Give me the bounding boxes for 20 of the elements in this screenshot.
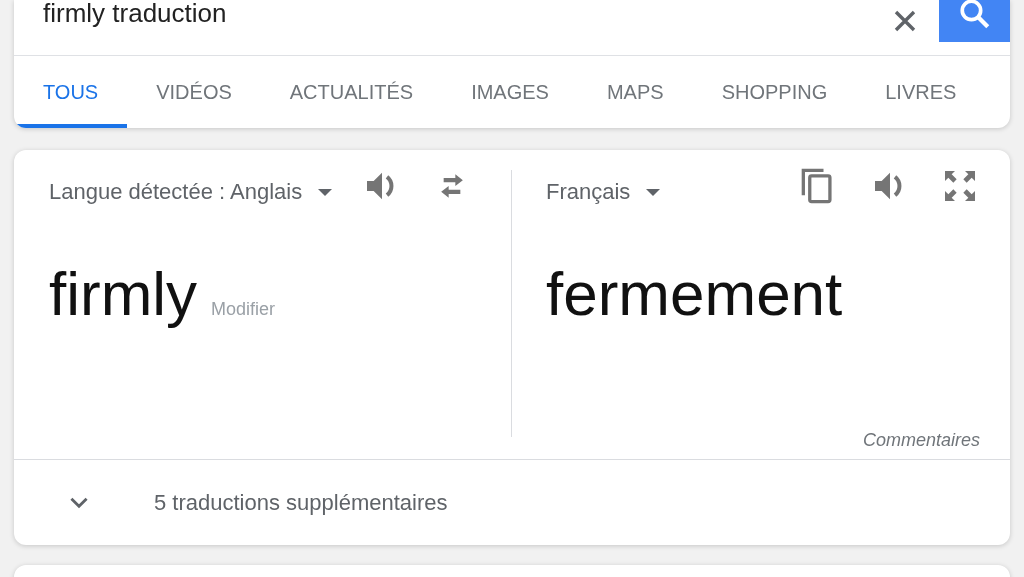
feedback-link[interactable]: Commentaires	[862, 430, 980, 451]
tab[interactable]: MAPS	[577, 56, 693, 128]
more-translations-link[interactable]: 5 traductions supplémentaires	[154, 489, 448, 516]
caret-icon	[318, 188, 333, 196]
target-language-selector[interactable]: Français	[546, 179, 661, 205]
search-button[interactable]	[939, 0, 1010, 42]
caret-icon	[646, 188, 661, 196]
tab[interactable]: TOUS	[14, 56, 128, 128]
tab[interactable]: VIDÉOS	[127, 56, 261, 128]
source-language-selector[interactable]: Langue détectée : Anglais	[49, 179, 333, 205]
tab[interactable]: SHOPPING	[692, 56, 857, 128]
search-field[interactable]: firmly traduction	[14, 0, 893, 55]
close-icon[interactable]	[893, 8, 917, 33]
tab[interactable]: LIVRES	[856, 56, 986, 128]
search-icon	[957, 0, 992, 31]
source-text: firmly	[49, 258, 198, 329]
edit-link[interactable]: Modifier	[211, 299, 276, 320]
tab[interactable]: ACTUALITÉS	[260, 56, 443, 128]
translation-text: fermement	[546, 258, 843, 329]
tab[interactable]: IMAGES	[442, 56, 578, 128]
